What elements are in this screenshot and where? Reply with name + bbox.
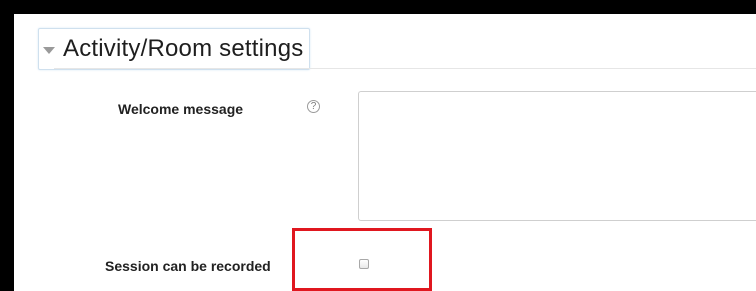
session-can-be-recorded-label: Session can be recorded [105,258,271,274]
help-icon[interactable]: ? [307,100,320,113]
section-header-activity-room-settings[interactable]: Activity/Room settings [38,28,311,70]
welcome-message-textarea[interactable] [358,91,756,221]
caret-down-icon[interactable] [43,46,55,54]
section-title: Activity/Room settings [63,35,304,62]
welcome-message-label: Welcome message [118,101,244,117]
settings-panel: Activity/Room settings Welcome message ?… [14,14,756,291]
section-divider [54,68,756,69]
screenshot-frame: Activity/Room settings Welcome message ?… [0,0,756,291]
session-recorded-checkbox[interactable] [359,259,369,269]
